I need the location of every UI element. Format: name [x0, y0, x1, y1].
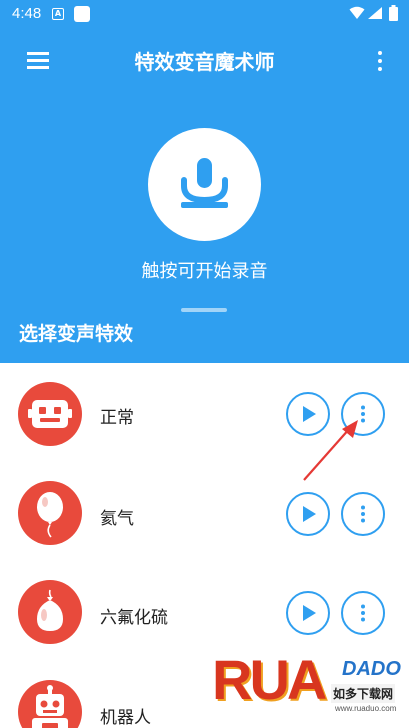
notification-a-icon: A — [52, 8, 64, 20]
watermark-site-name: 如多下载网 — [331, 684, 396, 703]
microphone-icon — [181, 158, 228, 208]
effect-label: 氦气 — [100, 509, 134, 529]
robot-icon — [18, 680, 82, 728]
battery-icon — [389, 5, 398, 21]
notification-square-icon — [74, 6, 90, 22]
watermark-suffix: DADO — [342, 658, 401, 680]
heavy-balloon-icon — [18, 580, 82, 644]
status-bar: 4:48 A — [0, 0, 409, 28]
red-arrow-annotation — [303, 420, 358, 481]
play-button[interactable] — [286, 591, 330, 635]
app-title: 特效变音魔术师 — [134, 50, 275, 74]
record-hint-text: 触按可开始录音 — [141, 261, 268, 282]
play-icon — [303, 605, 316, 621]
play-icon — [303, 506, 316, 522]
options-button[interactable] — [341, 492, 385, 536]
drag-handle[interactable] — [181, 308, 227, 312]
watermark-url: www.ruaduo.com — [335, 704, 397, 713]
vertical-dots-icon — [361, 604, 365, 622]
balloon-icon — [18, 481, 82, 545]
watermark-logo: RUA DADO 如多下载网 www.ruaduo.com — [212, 648, 409, 728]
vertical-dots-icon — [361, 505, 365, 523]
signal-icon — [368, 7, 382, 19]
watermark-letters: RUA — [212, 648, 327, 711]
record-button[interactable] — [148, 128, 261, 241]
play-button[interactable] — [286, 492, 330, 536]
effect-label: 六氟化硫 — [100, 608, 168, 628]
effect-label: 正常 — [100, 408, 134, 428]
effect-label: 机器人 — [100, 708, 151, 728]
more-options-icon[interactable] — [372, 49, 388, 73]
robot-face-icon — [18, 382, 82, 446]
header-panel: 4:48 A 特效变音魔术师 触按可开始录音 选择变声特效 — [0, 0, 409, 363]
section-title: 选择变声特效 — [19, 323, 134, 345]
options-button[interactable] — [341, 591, 385, 635]
status-time: 4:48 — [12, 5, 42, 22]
wifi-icon — [349, 6, 365, 19]
